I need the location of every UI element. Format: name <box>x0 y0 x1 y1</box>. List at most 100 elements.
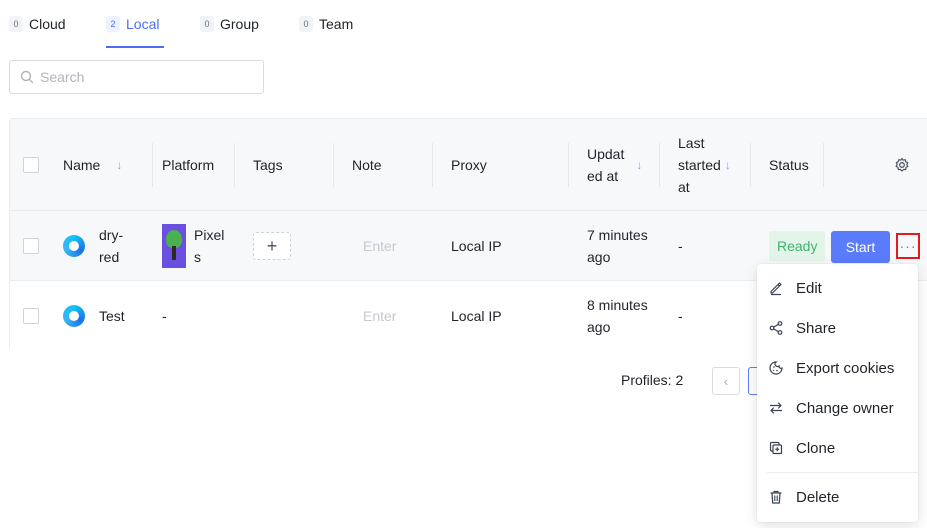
menu-item-label: Export cookies <box>796 359 895 377</box>
browser-icon <box>63 305 85 327</box>
header-last-started[interactable]: Last started at ↓ <box>678 119 731 211</box>
profile-name-line: red <box>99 249 120 265</box>
edit-icon <box>770 282 782 296</box>
last-started-cell: - <box>678 281 683 351</box>
search-box[interactable] <box>9 60 264 94</box>
last-started-cell: - <box>678 211 683 281</box>
tab-cloud-label: Cloud <box>29 16 66 32</box>
updated-value-line: ago <box>587 249 611 265</box>
header-proxy-label: Proxy <box>451 157 487 173</box>
updated-value-line: 8 minutes <box>587 297 648 313</box>
tab-team[interactable]: 0 Team <box>299 0 353 48</box>
menu-item-change-owner[interactable]: Change owner <box>757 388 918 428</box>
menu-item-edit[interactable]: Edit <box>757 268 918 308</box>
tab-cloud[interactable]: 0 Cloud <box>9 0 66 48</box>
proxy-cell: Local IP <box>451 211 502 281</box>
row-checkbox[interactable] <box>23 238 39 254</box>
note-input[interactable] <box>363 308 403 324</box>
row-checkbox[interactable] <box>23 308 39 324</box>
header-last-line: Last <box>678 135 705 151</box>
profile-actions-menu: Edit Share Export cookies Change owner C… <box>757 264 918 522</box>
header-name[interactable]: Name ↓ <box>63 119 122 211</box>
start-button[interactable]: Start <box>831 231 890 263</box>
tab-local[interactable]: 2 Local <box>106 0 164 48</box>
menu-item-label: Change owner <box>796 399 894 417</box>
column-divider <box>152 143 153 187</box>
header-note: Note <box>352 119 382 211</box>
sort-down-icon[interactable]: ↓ <box>725 154 731 176</box>
column-divider <box>568 143 569 187</box>
note-cell <box>363 211 403 281</box>
sort-down-icon[interactable]: ↓ <box>116 154 122 176</box>
profile-name-text: Test <box>99 308 125 324</box>
select-all-checkbox[interactable] <box>23 157 39 173</box>
header-updated-label: Updat ed at <box>587 143 624 187</box>
cookie-icon <box>769 361 783 375</box>
tab-group-label: Group <box>220 16 259 32</box>
note-cell <box>363 281 403 351</box>
share-icon <box>769 321 783 335</box>
proxy-value: Local IP <box>451 308 502 324</box>
profile-name-line: dry- <box>99 227 124 243</box>
header-updated[interactable]: Updat ed at ↓ <box>587 119 642 211</box>
menu-item-label: Edit <box>796 279 822 297</box>
menu-divider <box>767 472 918 473</box>
header-name-label: Name <box>63 157 101 173</box>
profile-name[interactable]: dry-red <box>99 211 123 281</box>
tab-group[interactable]: 0 Group <box>200 0 259 48</box>
header-last-started-label: Last started at <box>678 132 721 198</box>
proxy-cell: Local IP <box>451 281 502 351</box>
search-input[interactable] <box>40 69 240 85</box>
row-select-cell <box>23 281 39 351</box>
note-input[interactable] <box>363 238 403 254</box>
header-status: Status <box>769 119 809 211</box>
updated-value-line: ago <box>587 319 611 335</box>
browser-cell <box>63 281 85 351</box>
tab-local-count: 2 <box>106 16 120 32</box>
column-divider <box>333 143 334 187</box>
tags-cell: + <box>253 211 291 281</box>
tab-local-label: Local <box>126 16 160 32</box>
platform-cell: - <box>162 281 167 351</box>
menu-item-label: Share <box>796 319 837 337</box>
column-divider <box>234 143 235 187</box>
profiles-count: Profiles: 2 <box>621 372 684 388</box>
proxy-value: Local IP <box>451 238 502 254</box>
platform-name-line: Pixel <box>194 227 225 243</box>
platform-cell: Pixel s <box>162 211 224 281</box>
header-proxy: Proxy <box>451 119 487 211</box>
search-icon <box>20 70 34 84</box>
row-select-cell <box>23 211 39 281</box>
browser-icon <box>63 235 85 257</box>
header-tags-label: Tags <box>253 157 283 173</box>
platform-tree-icon <box>162 224 186 268</box>
column-divider <box>659 143 660 187</box>
chevron-left-icon[interactable]: ‹ <box>712 367 740 395</box>
browser-cell <box>63 211 85 281</box>
table-header: Name ↓ Platform Tags Note Proxy Updat ed a… <box>10 119 927 211</box>
swap-arrows-icon <box>769 402 783 414</box>
last-started-value: - <box>678 308 683 324</box>
select-all-cell <box>23 119 39 211</box>
add-tag-button[interactable]: + <box>253 232 291 260</box>
updated-cell: 7 minutes ago <box>587 211 648 281</box>
gear-icon[interactable] <box>894 157 910 173</box>
platform-value: - <box>162 308 167 324</box>
menu-item-label: Clone <box>796 439 836 457</box>
more-options-icon[interactable]: ··· <box>896 233 920 259</box>
menu-item-label: Delete <box>796 488 840 506</box>
tab-team-count: 0 <box>299 16 313 32</box>
menu-item-delete[interactable]: Delete <box>757 477 918 517</box>
updated-value-line: 7 minutes <box>587 227 648 243</box>
header-note-label: Note <box>352 157 382 173</box>
menu-item-clone[interactable]: Clone <box>757 428 918 468</box>
menu-item-export-cookies[interactable]: Export cookies <box>757 348 918 388</box>
column-divider <box>432 143 433 187</box>
header-last-line: at <box>678 179 690 195</box>
profile-name[interactable]: Test <box>99 281 125 351</box>
tab-team-label: Team <box>319 16 354 32</box>
header-platform-label: Platform <box>162 157 215 173</box>
menu-item-share[interactable]: Share <box>757 308 918 348</box>
sort-down-icon[interactable]: ↓ <box>636 154 642 176</box>
tab-cloud-count: 0 <box>9 16 23 32</box>
